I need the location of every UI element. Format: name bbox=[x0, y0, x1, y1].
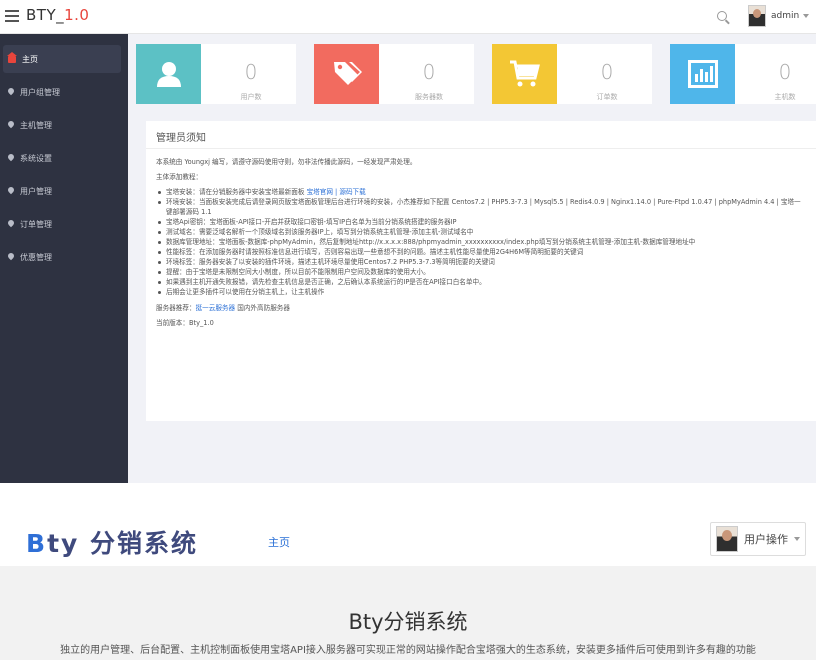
user-icon bbox=[156, 62, 181, 87]
location-icon bbox=[8, 187, 14, 195]
avatar bbox=[748, 5, 766, 27]
list-item: 宝塔Api密钥：宝塔面板-API接口-开启并获取接口密钥-填写IP白名单为当前分… bbox=[156, 217, 806, 227]
stat-icon-box bbox=[314, 44, 379, 104]
chart-icon bbox=[687, 60, 718, 88]
location-icon bbox=[8, 121, 14, 129]
cart-icon bbox=[509, 60, 540, 87]
sidebar-item-hosts[interactable]: 主机管理 bbox=[3, 111, 121, 139]
admin-brand[interactable]: BTY_1.0 bbox=[26, 6, 89, 24]
home-icon bbox=[7, 51, 17, 63]
server-recommend: 服务器推荐：挺一云服务器 国内外高防服务器 bbox=[156, 304, 290, 312]
stat-card-users: 0 用户数 bbox=[136, 44, 296, 104]
chevron-down-icon bbox=[794, 537, 800, 541]
stat-label: 主机数 bbox=[774, 93, 796, 101]
list-item: 环境安装：当面板安装完成后请登录网页版宝塔面板管理后台进行环境的安装，小杰推荐如… bbox=[156, 197, 806, 217]
list-item: 测试域名：需要泛域名解析一个顶级域名到该服务器IP上，填写到分销系统主机管理-添… bbox=[156, 227, 806, 237]
site-hero: Bty分销系统 独立的用户管理、后台配置、主机控制面板使用宝塔API接入服务器可… bbox=[0, 566, 816, 660]
stat-label: 服务器数 bbox=[415, 93, 443, 101]
list-item: 后期会让更多插件可以使用在分销主机上，让主机操作 bbox=[156, 287, 806, 297]
sidebar-item-settings[interactable]: 系统设置 bbox=[3, 144, 121, 172]
stat-value: 0 bbox=[600, 60, 614, 84]
hero-subtitle: 独立的用户管理、后台配置、主机控制面板使用宝塔API接入服务器可实现正常的网站操… bbox=[60, 645, 756, 656]
sidebar-item-users[interactable]: 用户管理 bbox=[3, 177, 121, 205]
notice-body: 本系统由 Youngxj 编写，请遵守源码使用守则，勿非法传播此源码，一经发现严… bbox=[146, 149, 816, 341]
stat-label: 用户数 bbox=[240, 93, 262, 101]
notice-title: 管理员须知 bbox=[146, 121, 816, 149]
location-icon bbox=[8, 154, 14, 162]
admin-content: 0 用户数 0 服务器数 0 订单数 0 主机数 管理员须知 本系统由 Youn… bbox=[128, 34, 816, 483]
stat-card-hosts: 0 主机数 bbox=[670, 44, 816, 104]
search-icon[interactable] bbox=[717, 11, 727, 21]
notice-intro: 本系统由 Youngxj 编写，请遵守源码使用守则，勿非法传播此源码，一经发现严… bbox=[156, 158, 417, 166]
stat-value: 0 bbox=[422, 60, 436, 84]
chevron-down-icon bbox=[803, 14, 810, 18]
stat-icon-box bbox=[670, 44, 735, 104]
stat-card-servers: 0 服务器数 bbox=[314, 44, 474, 104]
location-icon bbox=[8, 88, 14, 96]
stat-icon-box bbox=[492, 44, 557, 104]
tag-icon bbox=[333, 62, 362, 85]
user-operations-button[interactable]: 用户操作 bbox=[710, 522, 806, 556]
site-header: Bty 分销系统 主页 用户操作 bbox=[0, 518, 816, 566]
stat-icon-box bbox=[136, 44, 201, 104]
site-logo[interactable]: Bty 分销系统 bbox=[26, 524, 198, 560]
stat-card-orders: 0 订单数 bbox=[492, 44, 652, 104]
admin-user-menu[interactable]: admin bbox=[748, 4, 810, 28]
list-item: 数据库管理地址：宝塔面板-数据库-phpMyAdmin，然后复制地址http:/… bbox=[156, 237, 806, 247]
admin-topbar: BTY_1.0 admin bbox=[0, 0, 816, 34]
stat-value: 0 bbox=[778, 60, 792, 84]
hero-title: Bty分销系统 bbox=[348, 610, 468, 634]
list-item: 提醒：由于宝塔是未限制空间大小制度，所以目前不能限制用户空间及数据库的使用大小。 bbox=[156, 267, 806, 277]
admin-notice-panel: 管理员须知 本系统由 Youngxj 编写，请遵守源码使用守则，勿非法传播此源码… bbox=[146, 121, 816, 421]
admin-sidebar: 主页 用户组管理 主机管理 系统设置 用户管理 订单管理 优惠管理 bbox=[0, 34, 128, 483]
menu-icon[interactable] bbox=[5, 10, 19, 22]
list-item: 环境标签：服务器安装了以安装的插件环境，描述主机环境尽量使用Centos7.2 … bbox=[156, 257, 806, 267]
sidebar-item-user-groups[interactable]: 用户组管理 bbox=[3, 78, 121, 106]
list-item: 如果遇到主机开通失败报错，请先检查主机信息是否正确，之后确认本系统运行的IP是否… bbox=[156, 277, 806, 287]
avatar bbox=[716, 526, 738, 552]
section-gap bbox=[0, 483, 816, 518]
current-version: 当前版本：Bty_1.0 bbox=[156, 319, 214, 327]
user-operations-label: 用户操作 bbox=[744, 533, 788, 546]
stat-value: 0 bbox=[244, 60, 258, 84]
sidebar-item-home[interactable]: 主页 bbox=[3, 45, 121, 73]
sidebar-item-orders[interactable]: 订单管理 bbox=[3, 210, 121, 238]
bt-links[interactable]: 宝塔官网 | 源码下载 bbox=[307, 188, 366, 196]
list-item: 宝塔安装：请在分销服务器中安装宝塔最新面板 宝塔官网 | 源码下载 bbox=[156, 187, 806, 197]
recommend-link[interactable]: 挺一云服务器 bbox=[196, 304, 236, 312]
nav-home-link[interactable]: 主页 bbox=[268, 534, 290, 550]
admin-username: admin bbox=[771, 11, 800, 21]
sidebar-item-coupons[interactable]: 优惠管理 bbox=[3, 243, 121, 271]
list-item: 性能标签：在添加服务器时请按照标准信息进行填写，否则容易出现一些意想不到的问题。… bbox=[156, 247, 806, 257]
notice-host-heading: 主体添加教程： bbox=[156, 173, 203, 181]
location-icon bbox=[8, 253, 14, 261]
location-icon bbox=[8, 220, 14, 228]
notice-host-list: 宝塔安装：请在分销服务器中安装宝塔最新面板 宝塔官网 | 源码下载 环境安装：当… bbox=[156, 187, 806, 297]
stat-label: 订单数 bbox=[596, 93, 618, 101]
